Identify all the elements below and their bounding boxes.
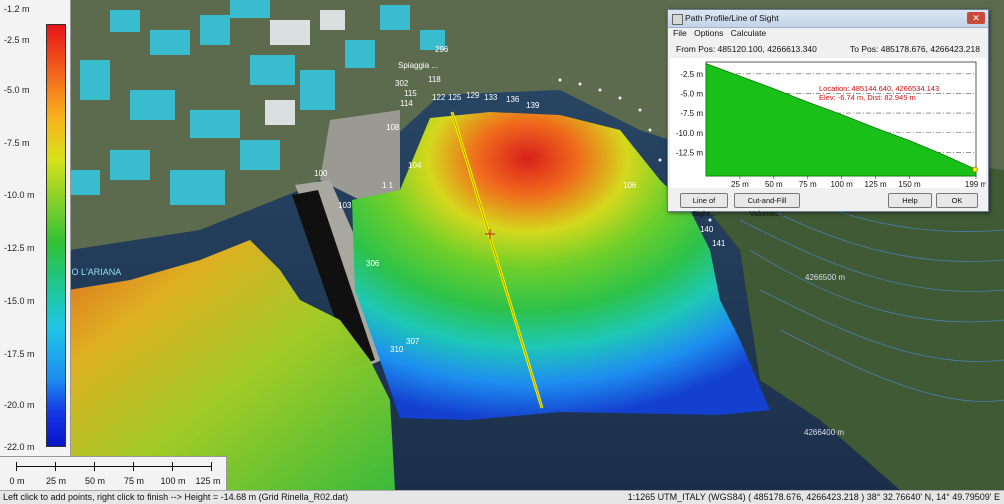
menu-options[interactable]: Options — [694, 28, 723, 38]
ok-button[interactable]: OK — [936, 193, 978, 208]
help-button[interactable]: Help — [888, 193, 932, 208]
from-position: From Pos: 485120.100, 4266613.340 — [676, 44, 817, 54]
scale-tick — [94, 462, 95, 471]
scale-tick — [55, 462, 56, 471]
close-icon[interactable]: ✕ — [967, 12, 985, 24]
status-coords: 1:1265 UTM_ITALY (WGS84) ( 485178.676, 4… — [627, 492, 1000, 502]
street-label: Spiaggia ... — [398, 61, 438, 70]
scale-tick — [172, 462, 173, 471]
legend-tick: -2.5 m — [4, 35, 30, 45]
path-profile-window[interactable]: Path Profile/Line of Sight ✕ File Option… — [667, 9, 989, 218]
map-point-label: 108 — [386, 123, 400, 132]
x-tick-label: 75 m — [799, 180, 817, 188]
x-tick-label: 25 m — [731, 180, 749, 188]
map-point-label: 118 — [428, 75, 441, 84]
status-bar: Left click to add points, right click to… — [0, 490, 1004, 504]
profile-annotation-location: Location: 485144.640, 4266534.143 — [819, 84, 939, 93]
map-point-label: 307 — [406, 337, 420, 346]
map-point-label: 296 — [435, 45, 449, 54]
map-point-label: 302 — [395, 79, 409, 88]
x-tick-label: 199 m — [965, 180, 986, 188]
legend-tick: -10.0 m — [4, 190, 35, 200]
profile-plot[interactable]: -2.5 m -5.0 m -7.5 m -10.0 m -12.5 m 25 m 50 … — [670, 58, 987, 189]
map-point-label: 306 — [366, 259, 380, 268]
profile-end-marker — [972, 166, 978, 173]
map-point-label: 136 — [506, 95, 520, 104]
map-point-label: 106 — [623, 181, 637, 190]
scale-tick — [133, 462, 134, 471]
map-point-label: 103 — [338, 201, 352, 210]
map-point-label: 139 — [526, 101, 540, 110]
y-tick-label: -12.5 m — [676, 148, 703, 157]
legend-tick: -17.5 m — [4, 349, 35, 359]
scale-bar: 0 m 25 m 50 m 75 m 100 m 125 m — [0, 456, 227, 491]
profile-chart: -2.5 m -5.0 m -7.5 m -10.0 m -12.5 m 25 m 50 … — [676, 61, 987, 189]
map-point-label: 114 — [400, 99, 413, 108]
menu-file[interactable]: File — [673, 28, 687, 38]
legend-tick: -22.0 m — [4, 442, 35, 452]
coord-label: 4266500 m — [805, 273, 845, 282]
cut-fill-volumes-button[interactable]: Cut-and-Fill Volumes... — [734, 193, 800, 218]
menu-calculate[interactable]: Calculate — [731, 28, 766, 38]
y-tick-label: -7.5 m — [680, 109, 703, 118]
scale-label: 50 m — [84, 476, 106, 486]
scale-label: 100 m — [160, 476, 186, 486]
x-tick-label: 125 m — [864, 180, 887, 188]
scale-label: 0 m — [9, 476, 25, 486]
coord-label: 4266400 m — [804, 428, 844, 437]
legend-tick: -7.5 m — [4, 138, 30, 148]
y-tick-label: -2.5 m — [680, 70, 703, 79]
window-app-icon — [672, 14, 683, 25]
status-hint: Left click to add points, right click to… — [3, 492, 349, 502]
map-point-label: 1 1 — [382, 181, 394, 190]
x-tick-label: 150 m — [898, 180, 921, 188]
map-point-label: 100 — [314, 169, 328, 178]
scale-label: 125 m — [195, 476, 221, 486]
scale-tick — [211, 462, 212, 471]
window-menubar: File Options Calculate — [668, 27, 988, 40]
color-ramp — [46, 24, 66, 447]
scale-label: 75 m — [123, 476, 145, 486]
map-point-label: 122 — [432, 93, 446, 102]
map-point-label: 104 — [408, 161, 422, 170]
scale-line — [16, 466, 212, 467]
map-point-label: 115 — [404, 89, 417, 98]
legend-tick: -5.0 m — [4, 85, 30, 95]
line-of-sight-button[interactable]: Line of Sight... — [680, 193, 728, 218]
legend-tick: -15.0 m — [4, 296, 35, 306]
profile-annotation-elev: Elev: -6.74 m, Dist: 82.945 m — [819, 93, 916, 102]
y-tick-label: -5.0 m — [680, 89, 703, 98]
window-titlebar[interactable]: Path Profile/Line of Sight ✕ — [668, 10, 988, 28]
map-point-label: 125 — [448, 93, 462, 102]
window-title: Path Profile/Line of Sight — [685, 13, 779, 23]
profile-area — [705, 62, 977, 177]
map-point-label: 129 — [466, 91, 480, 100]
map-point-label: 310 — [390, 345, 404, 354]
y-tick-label: -10.0 m — [676, 129, 703, 138]
scale-tick — [16, 462, 17, 471]
legend-tick: -20.0 m — [4, 400, 35, 410]
map-point-label: 141 — [712, 239, 726, 248]
x-tick-label: 50 m — [765, 180, 783, 188]
elevation-color-legend: -1.2 m -2.5 m -5.0 m -7.5 m -10.0 m -12.… — [0, 0, 71, 456]
map-point-label: 133 — [484, 93, 498, 102]
map-point-label: 140 — [700, 225, 714, 234]
x-tick-label: 100 m — [831, 180, 854, 188]
legend-tick: -1.2 m — [4, 4, 30, 14]
scale-label: 25 m — [45, 476, 67, 486]
legend-tick: -12.5 m — [4, 243, 35, 253]
to-position: To Pos: 485178.676, 4266423.218 — [850, 44, 980, 54]
